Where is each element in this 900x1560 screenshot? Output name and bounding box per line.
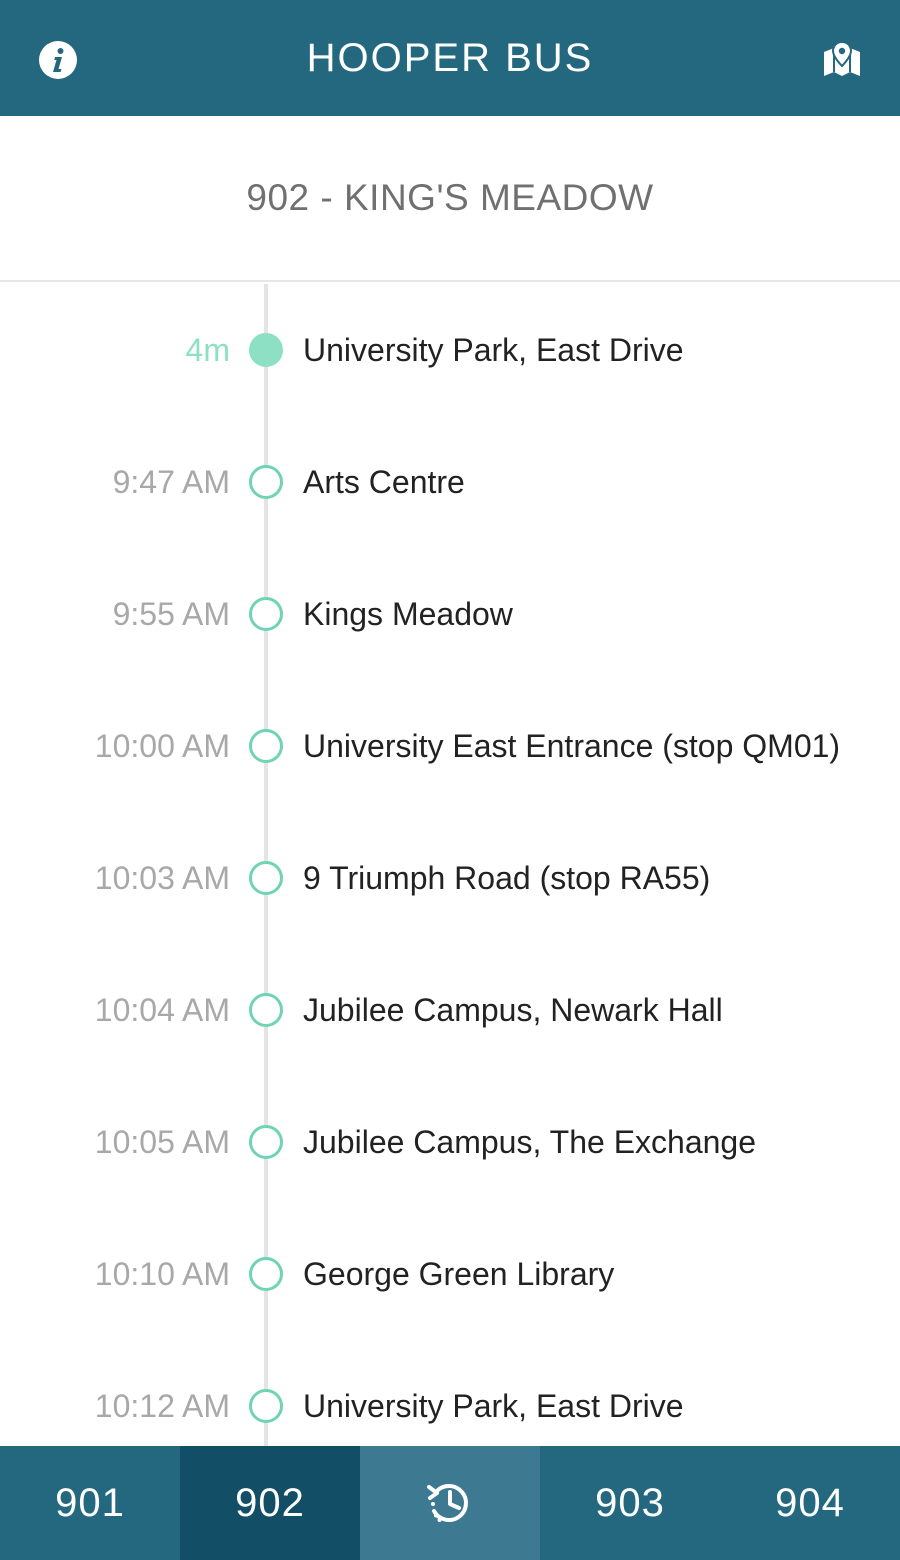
stop-eta-live: 4m bbox=[185, 331, 230, 368]
tab-route-902[interactable]: 902 bbox=[180, 1446, 360, 1560]
tab-route-901[interactable]: 901 bbox=[0, 1446, 180, 1560]
tab-route-904[interactable]: 904 bbox=[720, 1446, 900, 1560]
tab-route-903[interactable]: 903 bbox=[540, 1446, 720, 1560]
stop-time: 9:47 AM bbox=[112, 463, 230, 500]
stop-name: Arts Centre bbox=[303, 463, 465, 500]
history-icon bbox=[427, 1484, 468, 1522]
stop-name: Jubilee Campus, The Exchange bbox=[303, 1123, 757, 1160]
stop-row[interactable]: 9:47 AM Arts Centre bbox=[0, 452, 900, 512]
stop-dot bbox=[249, 597, 283, 631]
stop-dot bbox=[249, 729, 283, 763]
stop-time: 10:12 AM bbox=[94, 1387, 230, 1424]
stop-time: 10:00 AM bbox=[94, 727, 230, 764]
stop-name: University East Entrance (stop QM01) bbox=[303, 727, 841, 764]
current-stop-dot bbox=[249, 333, 283, 367]
stop-time: 10:10 AM bbox=[94, 1255, 230, 1292]
tab-history[interactable] bbox=[360, 1446, 540, 1560]
stop-row[interactable]: 10:12 AM University Park, East Drive bbox=[0, 1376, 900, 1436]
stop-time: 10:05 AM bbox=[94, 1123, 230, 1160]
stop-row[interactable]: 10:03 AM 9 Triumph Road (stop RA55) bbox=[0, 848, 900, 908]
stop-name: Kings Meadow bbox=[303, 595, 513, 632]
stop-dot bbox=[249, 993, 283, 1027]
route-tab-bar: 901 902 903 904 bbox=[0, 1446, 900, 1560]
stop-row[interactable]: 4m University Park, East Drive bbox=[0, 320, 900, 380]
stop-row[interactable]: 10:04 AM Jubilee Campus, Newark Hall bbox=[0, 980, 900, 1040]
stop-time: 9:55 AM bbox=[112, 595, 230, 632]
stop-time: 10:03 AM bbox=[94, 859, 230, 896]
stop-time: 10:04 AM bbox=[94, 991, 230, 1028]
stop-dot bbox=[249, 861, 283, 895]
stop-row[interactable]: 10:05 AM Jubilee Campus, The Exchange bbox=[0, 1112, 900, 1172]
route-title: 902 - KING'S MEADOW bbox=[246, 177, 654, 218]
stop-dot bbox=[249, 1257, 283, 1291]
stop-dot bbox=[249, 465, 283, 499]
map-icon[interactable] bbox=[822, 40, 862, 80]
stop-row[interactable]: 10:00 AM University East Entrance (stop Q… bbox=[0, 716, 900, 776]
app-header: HOOPER BUS bbox=[0, 0, 900, 116]
stop-dot bbox=[249, 1125, 283, 1159]
stop-name: 9 Triumph Road (stop RA55) bbox=[303, 859, 711, 896]
stop-dot bbox=[249, 1389, 283, 1423]
app-title: HOOPER BUS bbox=[306, 35, 594, 80]
stops-timeline[interactable]: 4m University Park, East Drive 9:47 AM Arts… bbox=[0, 284, 900, 1446]
stop-row[interactable]: 10:10 AM George Green Library bbox=[0, 1244, 900, 1304]
stop-name: Jubilee Campus, Newark Hall bbox=[303, 991, 723, 1028]
info-icon[interactable] bbox=[38, 40, 78, 80]
stop-name: George Green Library bbox=[303, 1255, 615, 1292]
stop-name: University Park, East Drive bbox=[303, 331, 684, 368]
route-title-bar: 902 - KING'S MEADOW bbox=[0, 116, 900, 282]
stop-name: University Park, East Drive bbox=[303, 1387, 684, 1424]
stop-row[interactable]: 9:55 AM Kings Meadow bbox=[0, 584, 900, 644]
